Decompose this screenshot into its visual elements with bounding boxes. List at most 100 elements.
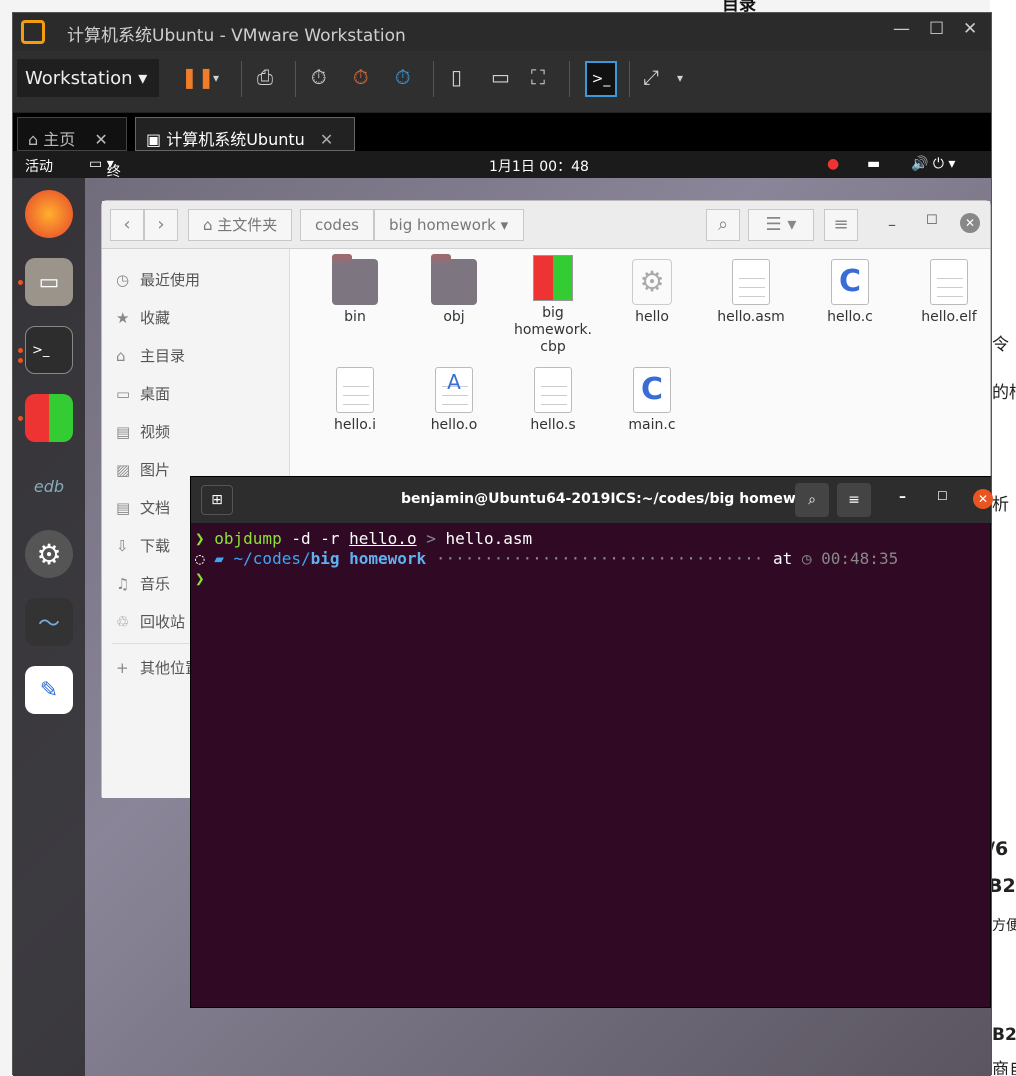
sidebar-item-starred[interactable]: ★ 收藏	[116, 307, 170, 328]
minimize-icon[interactable]: –	[899, 489, 906, 505]
menu-icon[interactable]: ≡	[837, 483, 871, 517]
text-file-icon	[930, 259, 968, 305]
star-icon: ★	[116, 309, 130, 327]
pause-icon[interactable]: ❚❚	[181, 65, 215, 89]
snapshot-manager-icon[interactable]: ⏱	[395, 65, 411, 89]
sidebar-item-home[interactable]: ⌂ 主目录	[116, 345, 185, 366]
sidebar-item-pictures[interactable]: ▨ 图片	[116, 459, 170, 480]
revert-snapshot-icon[interactable]: ⏱	[353, 65, 369, 89]
breadcrumb-codes[interactable]: codes	[300, 209, 374, 241]
clock-icon: ◷	[116, 271, 130, 289]
sidebar-item-label: 回收站	[140, 613, 186, 631]
sidebar-item-documents[interactable]: ▤ 文档	[116, 497, 170, 518]
new-tab-icon[interactable]: ⊞	[201, 485, 233, 515]
fullscreen-icon[interactable]: ⛶	[531, 65, 545, 89]
sidebar-item-videos[interactable]: ▤ 视频	[116, 421, 170, 442]
terminal-header: ⊞ benjamin@Ubuntu64-2019ICS:~/codes/big …	[191, 477, 993, 523]
file-name: big homework. cbp	[513, 305, 593, 355]
file-name: hello	[635, 309, 669, 325]
download-icon: ⇩	[116, 537, 129, 555]
bg-fragment: 的柜	[992, 383, 1016, 403]
files-icon[interactable]: ▭	[25, 258, 73, 306]
minimize-icon[interactable]: –	[888, 215, 896, 234]
breadcrumb-home[interactable]: ⌂ 主文件夹	[188, 209, 293, 241]
text-editor-icon[interactable]: ✎	[25, 666, 73, 714]
sidebar-item-music[interactable]: ♫ 音乐	[116, 573, 170, 594]
close-icon[interactable]: ✕	[973, 489, 993, 509]
sidebar-item-recent[interactable]: ◷ 最近使用	[116, 269, 200, 290]
file-item[interactable]: hello.elf	[904, 259, 994, 325]
forward-button[interactable]: ›	[144, 209, 178, 241]
close-icon[interactable]: ✕	[960, 213, 980, 233]
text-file-icon	[732, 259, 770, 305]
chevron-down-icon[interactable]: ▾	[677, 71, 683, 85]
view-options-button[interactable]: ☰ ▾	[748, 209, 814, 241]
keyboard-icon[interactable]: ▬	[867, 156, 880, 172]
file-item[interactable]: Chello.c	[805, 259, 895, 325]
bg-fragment: 析	[992, 495, 1009, 515]
breadcrumb-current[interactable]: big homework ▾	[374, 209, 524, 241]
sidebar-item-label: 音乐	[140, 575, 171, 593]
terminal-icon[interactable]: >_	[25, 326, 73, 374]
alert-icon[interactable]: ●	[827, 156, 839, 172]
stretch-icon[interactable]: ⤢	[643, 65, 659, 89]
back-button[interactable]: ‹	[110, 209, 144, 241]
breadcrumb-label: big homework	[389, 216, 496, 234]
terminal-title: benjamin@Ubuntu64-2019ICS:~/codes/big ho…	[401, 491, 822, 507]
clock[interactable]: 1月1日 00：48	[489, 156, 589, 176]
trash-icon: ♲	[116, 613, 130, 631]
edb-icon[interactable]: edb	[25, 462, 73, 510]
file-item[interactable]: hello.i	[310, 367, 400, 433]
sidebar-item-label: 下载	[140, 537, 171, 555]
file-item[interactable]: obj	[409, 254, 499, 325]
c-file-icon: C	[633, 367, 671, 413]
maximize-icon[interactable]: ☐	[929, 19, 944, 39]
bg-fragment: /6	[990, 838, 1009, 860]
bg-fragment: 令	[992, 335, 1009, 355]
tab-home[interactable]: ⌂ 主页 ✕	[17, 117, 127, 151]
file-item[interactable]: hello.asm	[706, 259, 796, 325]
search-icon[interactable]: ⌕	[795, 483, 829, 517]
sidebar-item-downloads[interactable]: ⇩ 下载	[116, 535, 170, 556]
send-keys-icon[interactable]: ⎙	[257, 65, 273, 89]
system-menu[interactable]: 🔊 ⏻ ▾	[911, 156, 955, 172]
clock-icon: ◷	[792, 549, 822, 568]
input-line[interactable]: ❯	[195, 569, 205, 588]
sidebar-view-icon[interactable]: ▯	[451, 65, 462, 89]
close-icon[interactable]: ✕	[963, 19, 977, 39]
search-icon[interactable]: ⌕	[706, 209, 740, 241]
tab-vm-label: 计算机系统Ubuntu	[166, 130, 305, 149]
file-item[interactable]: Cmain.c	[607, 367, 697, 433]
app-menu[interactable]: ▭ 终端 ▾	[89, 156, 121, 200]
sidebar-item-trash[interactable]: ♲ 回收站	[116, 611, 185, 632]
close-icon[interactable]: ✕	[320, 130, 333, 149]
close-icon[interactable]: ✕	[94, 130, 107, 149]
sidebar-item-other-locations[interactable]: + 其他位置	[116, 657, 200, 678]
sidebar-item-label: 最近使用	[140, 271, 201, 289]
workstation-menu-button[interactable]: Workstation ▾	[17, 59, 159, 97]
file-item[interactable]: Ahello.o	[409, 367, 499, 433]
maximize-icon[interactable]: ☐	[937, 489, 948, 503]
minimize-icon[interactable]: —	[893, 19, 910, 39]
file-item[interactable]: ⚙ hello	[607, 259, 697, 325]
system-monitor-icon[interactable]: 〜	[25, 598, 73, 646]
tab-home-label: 主页	[43, 130, 76, 149]
activities-button[interactable]: 活动	[25, 156, 53, 176]
firefox-icon[interactable]	[25, 190, 73, 238]
bg-fragment: B2	[990, 875, 1016, 897]
console-view-icon[interactable]: >_	[585, 61, 617, 97]
chevron-down-icon[interactable]: ▾	[213, 71, 219, 85]
tab-vm[interactable]: ▣ 计算机系统Ubuntu ✕	[135, 117, 355, 151]
settings-icon[interactable]: ⚙	[25, 530, 73, 578]
file-item[interactable]: big homework. cbp	[508, 255, 598, 356]
file-item[interactable]: bin	[310, 254, 400, 325]
menu-icon[interactable]: ≡	[824, 209, 858, 241]
codeblocks-icon[interactable]	[25, 394, 73, 442]
thumbnail-view-icon[interactable]: ▭	[491, 65, 510, 89]
maximize-icon[interactable]: ☐	[926, 213, 938, 228]
sidebar-item-desktop[interactable]: ▭ 桌面	[116, 383, 170, 404]
bg-fragment: 方便	[992, 918, 1016, 934]
snapshot-icon[interactable]: ⏱	[311, 65, 327, 89]
object-file-icon: A	[435, 367, 473, 413]
file-item[interactable]: hello.s	[508, 367, 598, 433]
